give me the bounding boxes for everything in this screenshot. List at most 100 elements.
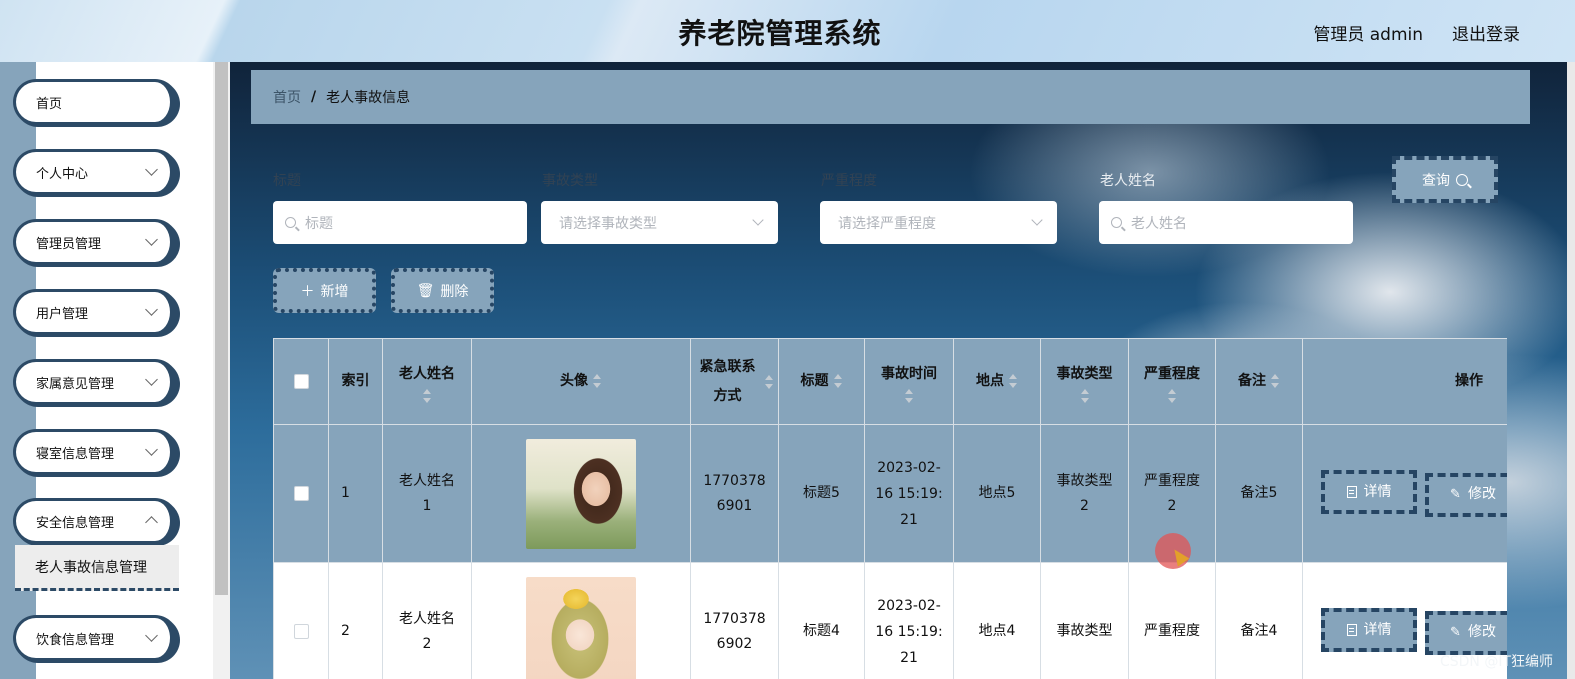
detail-button[interactable]: 详情 [1321,608,1417,653]
table-row[interactable]: 1 老人姓名1 17703786901 标题5 2023-02-16 15:19… [273,424,1507,563]
sidebar-item-label: 管理员管理 [36,236,102,252]
sort-icon[interactable] [1167,389,1177,403]
detail-button[interactable]: 详情 [1321,470,1417,515]
severity-select[interactable]: 请选择严重程度 [820,201,1057,244]
header-elder-name[interactable]: 老人姓名 [382,338,472,425]
header-avatar[interactable]: 头像 [471,338,691,425]
cell-accident-type: 事故类型2 [1040,424,1129,563]
header-name-label: 老人姓名 [399,366,455,382]
header-contact-label: 紧急联系方式 [699,358,756,404]
header-ops-label: 操作 [1455,373,1483,389]
trash-icon: 🗑 [416,282,435,299]
sidebar-item-user-management[interactable]: 用户管理 [13,289,178,335]
cell-avatar [471,562,691,679]
logout-link[interactable]: 退出登录 [1452,20,1520,45]
table-header-row: 索引 老人姓名 头像 紧急联系方式 标题 事故时间 地点 事故类型 严重程度 备… [273,338,1507,425]
sort-icon[interactable] [904,389,914,403]
sidebar-scrollbar[interactable] [213,62,230,679]
chevron-down-icon [145,303,158,316]
chevron-down-icon [145,629,158,642]
add-button[interactable]: ＋ 新增 [273,268,376,313]
watermark: CSDN @IT狂编师 [1439,654,1553,670]
title-placeholder: 标题 [305,215,333,232]
table-row[interactable]: 2 老人姓名2 17703786902 标题4 2023-02-16 15:19… [273,562,1507,679]
row-select-cell [273,562,329,679]
sort-icon[interactable] [833,374,843,388]
header-remark-label: 备注 [1238,373,1266,389]
edit-button-label: 修改 [1467,486,1496,503]
sidebar-item-dormitory-info[interactable]: 寝室信息管理 [13,429,178,475]
breadcrumb-home[interactable]: 首页 [273,87,301,107]
sort-icon[interactable] [592,374,602,388]
header-contact[interactable]: 紧急联系方式 [690,338,779,425]
title-search-input[interactable]: 标题 [273,201,527,244]
chevron-down-icon [1031,214,1043,226]
chevron-down-icon [145,373,158,386]
header-severity-label: 严重程度 [1144,366,1200,382]
sort-icon[interactable] [1270,374,1280,388]
severity-filter-label: 严重程度 [821,173,877,189]
cell-operations: 详情 ✎ 修改 [1302,424,1507,563]
elder-avatar-image[interactable] [526,576,636,679]
elder-avatar-image[interactable] [526,438,636,549]
header-title[interactable]: 标题 [778,338,865,425]
sidebar-item-family-feedback[interactable]: 家属意见管理 [13,359,178,405]
cell-index: 2 [328,562,383,679]
cell-avatar [471,424,691,563]
cell-contact: 17703786902 [690,562,779,679]
sidebar-item-label: 用户管理 [36,306,89,322]
query-button[interactable]: 查询 [1392,156,1498,203]
main-content: 首页 / 老人事故信息 标题 标题 事故类型 请选择事故类型 严重程度 请选择严… [230,62,1567,679]
chevron-up-icon [145,516,158,529]
sidebar-subitem-accident-info[interactable]: 老人事故信息管理 [15,545,179,591]
header-remark[interactable]: 备注 [1215,338,1303,425]
row-select-cell [273,424,329,563]
query-button-label: 查询 [1422,172,1450,189]
cell-location: 地点5 [953,424,1041,563]
breadcrumb-current: 老人事故信息 [326,90,411,106]
sort-icon[interactable] [1080,389,1090,403]
search-icon [1456,173,1468,186]
sidebar-item-label: 个人中心 [36,166,89,182]
delete-button[interactable]: 🗑 删除 [391,268,494,313]
sidebar-item-label: 安全信息管理 [36,515,115,531]
header-time-label: 事故时间 [881,366,937,382]
sidebar-item-diet-info[interactable]: 饮食信息管理 [13,615,178,661]
edit-button[interactable]: ✎ 修改 [1425,472,1507,517]
header-severity[interactable]: 严重程度 [1128,338,1216,425]
document-icon [1346,624,1357,637]
page-scrollbar[interactable] [1567,62,1575,679]
header-avatar-label: 头像 [560,373,588,389]
cell-accident-time: 2023-02-16 15:19:21 [864,562,954,679]
breadcrumb: 首页 / 老人事故信息 [251,70,1530,124]
sidebar-item-admin-management[interactable]: 管理员管理 [13,219,178,265]
detail-button-label: 详情 [1363,483,1392,500]
sort-icon[interactable] [764,374,774,389]
cell-title: 标题4 [778,562,865,679]
title-filter-label: 标题 [273,173,301,189]
sidebar-item-personal-center[interactable]: 个人中心 [13,149,178,195]
header-accident-time[interactable]: 事故时间 [864,338,954,425]
row-checkbox[interactable] [293,623,309,639]
sidebar-item-label: 家属意见管理 [36,376,115,392]
detail-button-label: 详情 [1363,621,1392,638]
sidebar-item-safety-info[interactable]: 安全信息管理 [13,498,178,544]
sidebar-scroll-thumb[interactable] [215,62,228,595]
current-user: 管理员 admin [1313,25,1423,45]
header-operations: 操作 [1302,338,1507,425]
edit-button-label: 修改 [1467,624,1496,641]
select-all-checkbox[interactable] [293,373,309,389]
elder-name-search-input[interactable]: 老人姓名 [1099,201,1353,244]
breadcrumb-separator: / [311,89,317,105]
edit-button[interactable]: ✎ 修改 [1425,610,1507,655]
sort-icon[interactable] [422,389,432,403]
accident-type-select[interactable]: 请选择事故类型 [541,201,778,244]
header-accident-type[interactable]: 事故类型 [1040,338,1129,425]
cell-accident-type: 事故类型 [1040,562,1129,679]
cell-contact: 17703786901 [690,424,779,563]
sidebar-item-label: 饮食信息管理 [36,632,115,648]
row-checkbox[interactable] [293,485,309,501]
sidebar-item-home[interactable]: 首页 [13,79,178,125]
header-location[interactable]: 地点 [953,338,1041,425]
sort-icon[interactable] [1008,374,1018,388]
